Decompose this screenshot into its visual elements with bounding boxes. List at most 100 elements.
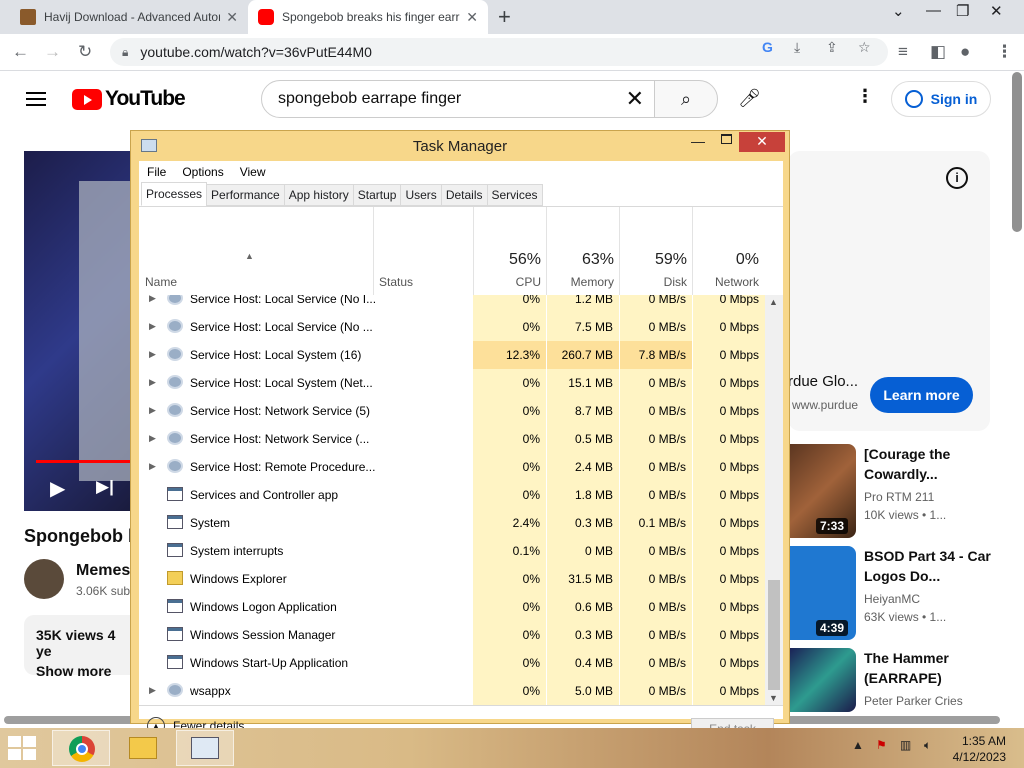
taskbar-file-explorer[interactable] (114, 730, 172, 766)
play-icon[interactable]: ▶ (50, 476, 65, 501)
taskbar-task-manager[interactable] (176, 730, 234, 766)
tm-maximize-icon[interactable] (721, 134, 732, 144)
tm-minimize-icon[interactable]: — (691, 133, 705, 149)
learn-more-button[interactable]: Learn more (870, 377, 973, 413)
process-row[interactable]: ▶ Service Host: Local System (16) 12.3% 260… (139, 341, 765, 369)
process-row[interactable]: ▶ Service Host: Local Service (No I... 0% 1… (139, 295, 765, 313)
process-row[interactable]: ▶ Service Host: Local Service (No ... 0% 7.… (139, 313, 765, 341)
tab-app-history[interactable]: App history (283, 184, 354, 206)
lock-icon[interactable]: 🔒︎ (122, 45, 128, 60)
process-row[interactable]: ▶ Service Host: Local System (Net... 0% 15.… (139, 369, 765, 397)
tab-close-icon[interactable]: ✕ (226, 9, 238, 26)
tray-show-hidden-icon[interactable]: ▲ (852, 738, 864, 752)
tab-search-chevron-icon[interactable]: ⌄ (892, 2, 905, 20)
new-tab-button[interactable]: + (498, 4, 511, 30)
show-more-button[interactable]: Show more (36, 663, 128, 679)
process-row[interactable]: ▶ Service Host: Network Service (5) 0% 8.7 … (139, 397, 765, 425)
expand-chevron-icon[interactable]: ▶ (149, 405, 156, 416)
process-row[interactable]: ▶ wsappx 0% 5.0 MB 0 MB/s 0 Mbps (139, 677, 765, 705)
video-thumbnail[interactable]: 7:33 (788, 444, 856, 538)
side-panel-icon[interactable]: ◧ (930, 42, 946, 62)
youtube-logo[interactable]: YouTube (72, 87, 186, 111)
expand-chevron-icon[interactable]: ▶ (149, 685, 156, 696)
process-row[interactable]: Windows Session Manager 0% 0.3 MB 0 MB/s 0 M… (139, 621, 765, 649)
voice-search-mic-icon[interactable]: 🎤︎ (738, 88, 761, 109)
menu-file[interactable]: File (147, 165, 166, 179)
channel-name[interactable]: Memes (76, 562, 130, 580)
process-list-scrollbar[interactable]: ▲ ▼ (765, 295, 783, 705)
media-queue-icon[interactable]: ≡ (898, 42, 908, 62)
tab-details[interactable]: Details (440, 184, 488, 206)
tab-users[interactable]: Users (400, 184, 442, 206)
tm-close-button[interactable]: ✕ (739, 132, 785, 152)
process-row[interactable]: System 2.4% 0.3 MB 0.1 MB/s 0 Mbps (139, 509, 765, 537)
ad-info-icon[interactable]: i (946, 167, 968, 189)
window-close-icon[interactable]: ✕ (990, 2, 1003, 20)
chrome-menu-icon[interactable]: ⋮ (996, 42, 1013, 62)
process-row[interactable]: Windows Logon Application 0% 0.6 MB 0 MB/s 0… (139, 593, 765, 621)
column-header-memory[interactable]: 63% Memory (547, 207, 620, 295)
tab-startup[interactable]: Startup (352, 184, 402, 206)
tab-performance[interactable]: Performance (206, 184, 285, 206)
sign-in-button[interactable]: Sign in (891, 81, 991, 117)
video-player[interactable]: ▶ ▶| (24, 151, 140, 511)
ad-title[interactable]: rdue Glo... (788, 373, 858, 390)
tab-close-icon[interactable]: ✕ (466, 9, 478, 26)
expand-chevron-icon[interactable]: ▶ (149, 461, 156, 472)
scroll-down-icon[interactable]: ▼ (769, 693, 778, 703)
recommended-video[interactable]: 7:33 [Courage the Cowardly... Pro RTM 21… (788, 444, 1018, 540)
video-description[interactable]: 35K views 4 ye Show more (24, 615, 140, 679)
process-row[interactable]: Windows Explorer 0% 31.5 MB 0 MB/s 0 Mbps (139, 565, 765, 593)
process-row[interactable]: System interrupts 0.1% 0 MB 0 MB/s 0 Mbps (139, 537, 765, 565)
recommended-title[interactable]: [Courage the Cowardly... (864, 444, 996, 484)
scrollbar-thumb[interactable] (768, 580, 780, 690)
browser-tab-havij[interactable]: Havij Download - Advanced Autom ✕ (10, 0, 248, 34)
bookmark-star-icon[interactable]: ☆ (858, 39, 871, 56)
expand-chevron-icon[interactable]: ▶ (149, 295, 156, 304)
column-header-cpu[interactable]: 56% CPU (473, 207, 547, 295)
taskbar-clock[interactable]: 1:35 AM 4/12/2023 (950, 733, 1006, 765)
video-thumbnail[interactable] (788, 648, 856, 712)
expand-chevron-icon[interactable]: ▶ (149, 349, 156, 360)
recommended-title[interactable]: The Hammer (EARRAPE) (864, 648, 996, 688)
next-video-icon[interactable]: ▶| (96, 477, 114, 497)
column-header-network[interactable]: 0% Network (693, 207, 765, 295)
window-restore-icon[interactable]: ❐ (956, 2, 969, 20)
page-scrollbar[interactable] (1012, 72, 1022, 232)
back-arrow-icon[interactable]: ← (12, 42, 29, 62)
recommended-video[interactable]: 4:39 BSOD Part 34 - Car Logos Do... Heiy… (788, 546, 1018, 642)
process-row[interactable]: ▶ Service Host: Remote Procedure... 0% 2.4 … (139, 453, 765, 481)
window-minimize-icon[interactable]: — (926, 2, 941, 19)
channel-avatar[interactable] (24, 559, 64, 599)
tab-processes[interactable]: Processes (141, 182, 208, 206)
forward-arrow-icon[interactable]: → (44, 42, 61, 62)
youtube-search-button[interactable]: ⌕ (654, 80, 718, 118)
youtube-search-input[interactable]: spongebob earrape finger ✕ (261, 80, 655, 118)
settings-kebab-icon[interactable]: ⋮ (856, 86, 874, 107)
video-thumbnail[interactable]: 4:39 (788, 546, 856, 640)
install-icon[interactable]: ⤓ (794, 39, 800, 56)
hamburger-menu-icon[interactable] (26, 88, 46, 110)
process-row[interactable]: Windows Start-Up Application 0% 0.4 MB 0 MB… (139, 649, 765, 677)
expand-chevron-icon[interactable]: ▶ (149, 321, 156, 332)
scroll-up-icon[interactable]: ▲ (769, 297, 778, 307)
column-header-disk[interactable]: 59% Disk (620, 207, 693, 295)
task-manager-titlebar[interactable]: Task Manager — ✕ (131, 131, 789, 161)
browser-tab-youtube[interactable]: Spongebob breaks his finger earrape ✕ (248, 0, 488, 34)
action-center-flag-icon[interactable]: ⚑ (876, 738, 887, 752)
expand-chevron-icon[interactable]: ▶ (149, 377, 156, 388)
network-icon[interactable]: ▥ (900, 738, 911, 752)
recommended-title[interactable]: BSOD Part 34 - Car Logos Do... (864, 546, 996, 586)
taskbar-chrome[interactable] (52, 730, 110, 766)
menu-options[interactable]: Options (182, 165, 223, 179)
process-row[interactable]: ▶ Service Host: Network Service (... 0% 0.5… (139, 425, 765, 453)
profile-avatar-icon[interactable]: ● (960, 42, 970, 62)
column-header-name[interactable]: ▲ Name (139, 207, 373, 295)
video-progress-bar[interactable] (36, 460, 136, 463)
menu-view[interactable]: View (240, 165, 266, 179)
tab-services[interactable]: Services (486, 184, 543, 206)
google-lens-icon[interactable]: G (762, 39, 773, 55)
windows-start-icon[interactable] (8, 736, 36, 760)
share-icon[interactable]: ⇪ (826, 39, 838, 56)
volume-muted-icon[interactable]: 🔈︎ (924, 738, 931, 753)
